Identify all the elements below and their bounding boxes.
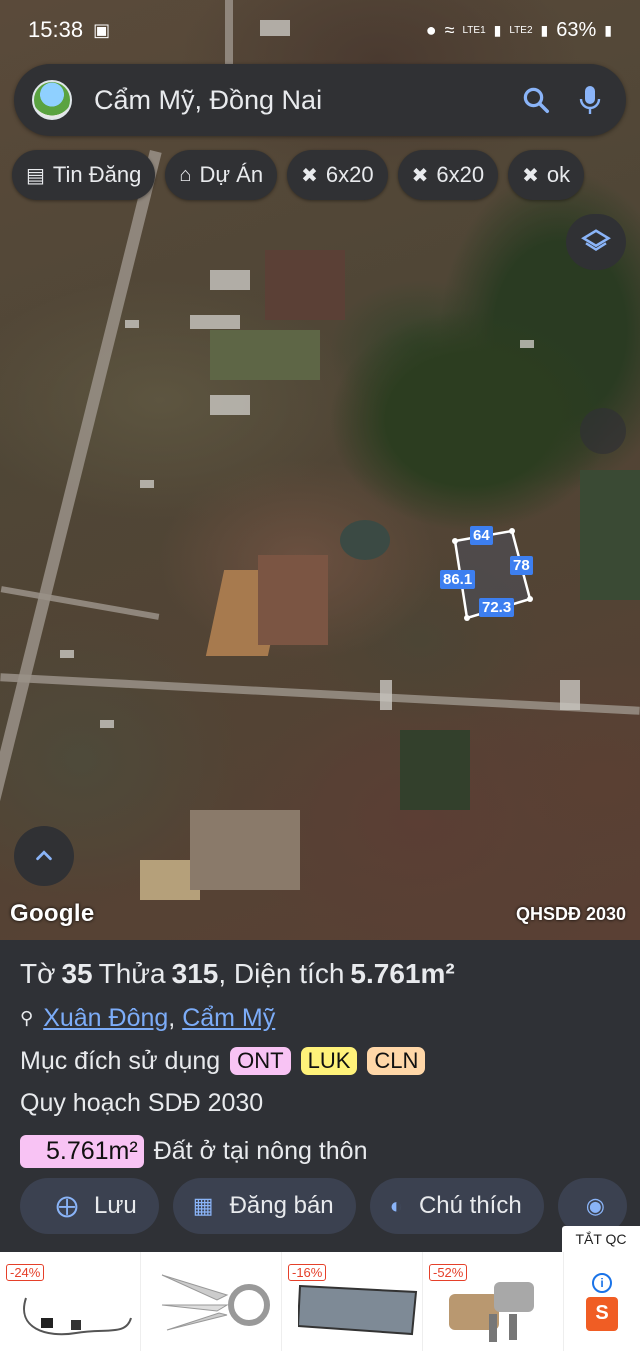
to-label: Tờ bbox=[20, 958, 56, 989]
compass-button[interactable] bbox=[580, 408, 626, 454]
action-buttons: ⨁ Lưu ▦ Đăng bán ◐ Chú thích ◉ bbox=[20, 1178, 627, 1234]
save-icon: ⨁ bbox=[56, 1193, 78, 1218]
thua-value: 315 bbox=[171, 958, 219, 989]
save-button[interactable]: ⨁ Lưu bbox=[20, 1178, 159, 1234]
to-value: 35 bbox=[61, 958, 93, 989]
layers-icon bbox=[581, 229, 611, 251]
status-bar: 15:38 ▣ ● ≈ LTE1 ▮ LTE2 ▮ 63% ▮ bbox=[0, 0, 640, 60]
google-attribution: Google bbox=[10, 900, 95, 927]
network-1-label: LTE1 bbox=[462, 24, 486, 36]
parcel-outline[interactable] bbox=[0, 0, 640, 940]
chip-du-an[interactable]: ⌂ Dự Án bbox=[165, 150, 278, 200]
ad-side: i S bbox=[564, 1252, 640, 1351]
purpose-tag-cln[interactable]: CLN bbox=[367, 1047, 426, 1075]
chevron-up-icon bbox=[36, 850, 52, 861]
title-separator: , bbox=[218, 958, 234, 989]
plan-area-row: 5.761m² Đất ở tại nông thôn bbox=[20, 1130, 620, 1172]
plan-layer-label: QHSDĐ 2030 bbox=[515, 904, 626, 924]
parcel-dim-top: 64 bbox=[470, 526, 493, 545]
building-icon: ⌂ bbox=[179, 163, 192, 186]
thua-label: Thửa bbox=[98, 958, 166, 989]
app-logo-avatar[interactable] bbox=[32, 80, 72, 120]
plan-title: Quy hoạch SDĐ 2030 bbox=[20, 1088, 264, 1117]
parcel-dim-bottom: 72.3 bbox=[479, 598, 515, 617]
chip-size-1[interactable]: ✖ 6x20 bbox=[287, 150, 388, 200]
signal-2-icon: ▮ bbox=[540, 21, 549, 38]
parcel-title: Tờ 35 Thửa 315 , Diện tích 5.761m² bbox=[20, 952, 620, 996]
ruler-icon: ✖ bbox=[522, 164, 539, 187]
product-image bbox=[449, 1282, 534, 1342]
chip-label: Tin Đăng bbox=[52, 162, 142, 187]
ad-product[interactable]: -24% bbox=[0, 1252, 141, 1351]
district-link[interactable]: Cẩm Mỹ bbox=[182, 1004, 275, 1032]
network-2-label: LTE2 bbox=[509, 24, 533, 36]
layers-button[interactable] bbox=[566, 214, 626, 270]
area-value: 5.761m² bbox=[350, 958, 455, 989]
battery-level: 63% bbox=[556, 18, 597, 41]
chip-label: ok bbox=[546, 162, 571, 187]
map-view[interactable]: 64 78 72.3 86.1 bbox=[0, 0, 640, 940]
chip-label: 6x20 bbox=[436, 162, 485, 187]
ad-product[interactable] bbox=[141, 1252, 282, 1351]
purpose-row: Mục đích sử dụng ONT LUK CLN bbox=[20, 1040, 620, 1082]
camera-icon: ◉ bbox=[585, 1193, 605, 1218]
parcel-dim-right: 78 bbox=[510, 556, 533, 575]
battery-icon: ▮ bbox=[604, 21, 612, 38]
pin-icon: ⚲ bbox=[20, 1007, 34, 1028]
legend-button[interactable]: ◐ Chú thích bbox=[369, 1178, 544, 1234]
ruler-icon: ✖ bbox=[301, 164, 318, 187]
ruler-icon: ✖ bbox=[411, 164, 429, 187]
calendar-icon: ▦ bbox=[192, 1193, 214, 1218]
ad-product[interactable]: -52% bbox=[423, 1252, 564, 1351]
plan-description: Đất ở tại nông thôn bbox=[153, 1136, 368, 1165]
parcel-address: ⚲ Xuân Đông, Cẩm Mỹ bbox=[20, 996, 620, 1040]
post-sale-button[interactable]: ▦ Đăng bán bbox=[172, 1178, 356, 1234]
save-label: Lưu bbox=[94, 1192, 137, 1219]
ward-link[interactable]: Xuân Đông bbox=[43, 1004, 168, 1032]
chip-label: Dự Án bbox=[199, 162, 264, 187]
contrast-icon: ◐ bbox=[389, 1193, 403, 1218]
status-time: 15:38 bbox=[28, 17, 84, 42]
filter-chips: ▤ Tin Đăng ⌂ Dự Án ✖ 6x20 ✖ 6x20 ✖ ok bbox=[12, 150, 585, 200]
purpose-tag-luk[interactable]: LUK bbox=[300, 1047, 358, 1075]
product-image bbox=[298, 1284, 418, 1336]
chip-tin-dang[interactable]: ▤ Tin Đăng bbox=[12, 150, 156, 200]
close-ad-button[interactable]: TẮT QC bbox=[562, 1226, 640, 1252]
area-label: Diện tích bbox=[233, 958, 345, 989]
chip-ok[interactable]: ✖ ok bbox=[508, 150, 585, 200]
list-icon: ▤ bbox=[26, 164, 45, 187]
parcel-dim-left: 86.1 bbox=[440, 570, 476, 589]
location-icon: ● bbox=[425, 19, 437, 40]
shopee-logo-icon: S bbox=[586, 1296, 618, 1331]
ad-product[interactable]: -16% bbox=[282, 1252, 423, 1351]
wifi-icon: ≈ bbox=[444, 19, 455, 40]
purpose-label: Mục đích sử dụng bbox=[20, 1046, 221, 1075]
microphone-icon[interactable] bbox=[572, 80, 608, 120]
legend-label: Chú thích bbox=[418, 1192, 522, 1219]
plan-area-badge: 5.761m² bbox=[20, 1134, 144, 1168]
ad-banner[interactable]: -24% -16% -52% i S bbox=[0, 1252, 640, 1351]
search-icon[interactable] bbox=[516, 80, 556, 120]
signal-1-icon: ▮ bbox=[493, 21, 502, 38]
gallery-icon: ▣ bbox=[93, 19, 111, 40]
post-sale-label: Đăng bán bbox=[229, 1192, 334, 1219]
address-comma: , bbox=[168, 1003, 183, 1032]
chip-size-2[interactable]: ✖ 6x20 bbox=[397, 150, 499, 200]
search-input[interactable]: Cẩm Mỹ, Đồng Nai bbox=[94, 85, 322, 116]
product-image bbox=[161, 1274, 270, 1331]
product-image bbox=[23, 1297, 132, 1336]
expand-panel-button[interactable] bbox=[14, 826, 74, 886]
ad-info-icon[interactable]: i bbox=[592, 1272, 612, 1293]
search-bar[interactable]: Cẩm Mỹ, Đồng Nai bbox=[14, 64, 626, 136]
purpose-tag-ont[interactable]: ONT bbox=[230, 1047, 291, 1075]
chip-label: 6x20 bbox=[325, 162, 374, 187]
